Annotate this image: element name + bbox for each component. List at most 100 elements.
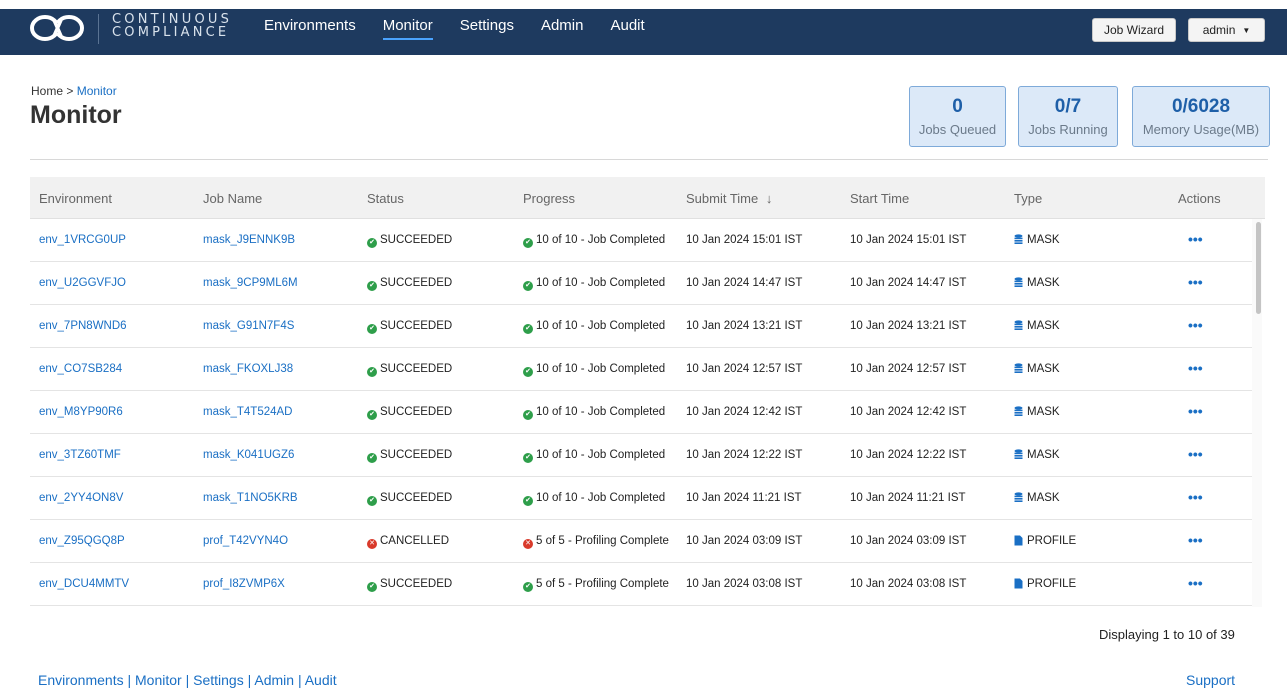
submit-time-cell: 10 Jan 2024 14:47 IST xyxy=(686,277,803,289)
table-row[interactable]: env_7PN8WND6 mask_G91N7F4S ✔ SUCCEEDED ✔ 10 o… xyxy=(30,305,1252,348)
progress-cell: ✔ 10 of 10 - Job Completed xyxy=(523,449,674,463)
status-cell: ✔ SUCCEEDED xyxy=(367,277,452,291)
type-text: MASK xyxy=(1027,363,1060,375)
nav-environments[interactable]: Environments xyxy=(264,17,356,34)
progress-text: 10 of 10 - Job Completed xyxy=(536,234,666,246)
status-cell: ✔ SUCCEEDED xyxy=(367,578,452,592)
breadcrumb-current[interactable]: Monitor xyxy=(77,84,117,98)
footer-link-settings[interactable]: Settings xyxy=(193,672,244,688)
job-name-link[interactable]: prof_T42VYN4O xyxy=(203,535,288,547)
column-header-status[interactable]: Status xyxy=(367,191,404,206)
progress-cell: ✔ 10 of 10 - Job Completed xyxy=(523,277,674,291)
environment-link[interactable]: env_3TZ60TMF xyxy=(39,449,121,461)
table-header: Environment Job Name Status Progress Sub… xyxy=(30,177,1265,219)
success-icon: ✔ xyxy=(367,238,377,248)
status-cell: ✔ SUCCEEDED xyxy=(367,363,452,377)
more-actions-icon[interactable]: ••• xyxy=(1188,403,1203,419)
table-row[interactable]: env_Z95QGQ8P prof_T42VYN4O ✕ CANCELLED ✕ 5 of… xyxy=(30,520,1252,563)
environment-link[interactable]: env_DCU4MMTV xyxy=(39,578,129,590)
breadcrumb-home[interactable]: Home xyxy=(31,84,63,98)
job-name-link[interactable]: mask_T4T524AD xyxy=(203,406,292,418)
footer-link-admin[interactable]: Admin xyxy=(254,672,294,688)
job-name-link[interactable]: mask_9CP9ML6M xyxy=(203,277,298,289)
footer-link-environments[interactable]: Environments xyxy=(38,672,124,688)
stat-label: Jobs Running xyxy=(1028,122,1108,137)
job-name-link[interactable]: mask_FKOXLJ38 xyxy=(203,363,293,375)
brand-logo-icon[interactable] xyxy=(30,14,86,42)
footer-link-audit[interactable]: Audit xyxy=(305,672,337,688)
footer-separator: | xyxy=(294,672,305,688)
column-header-submit-time[interactable]: Submit Time ↓ xyxy=(686,191,772,206)
type-text: PROFILE xyxy=(1027,578,1077,590)
environment-link[interactable]: env_Z95QGQ8P xyxy=(39,535,125,547)
type-text: MASK xyxy=(1027,277,1060,289)
more-actions-icon[interactable]: ••• xyxy=(1188,532,1203,548)
nav-monitor[interactable]: Monitor xyxy=(382,17,433,40)
environment-link[interactable]: env_U2GGVFJO xyxy=(39,277,126,289)
more-actions-icon[interactable]: ••• xyxy=(1188,446,1203,462)
progress-text: 10 of 10 - Job Completed xyxy=(536,492,666,504)
type-cell: MASK xyxy=(1014,492,1060,504)
job-name-link[interactable]: mask_J9ENNK9B xyxy=(203,234,295,246)
success-icon: ✔ xyxy=(367,367,377,377)
sort-descending-icon: ↓ xyxy=(765,191,773,206)
type-cell: MASK xyxy=(1014,406,1060,418)
environment-link[interactable]: env_2YY4ON8V xyxy=(39,492,123,504)
status-text: SUCCEEDED xyxy=(380,320,453,332)
top-navbar: CONTINUOUS COMPLIANCE Environments Monit… xyxy=(0,0,1287,55)
environment-link[interactable]: env_CO7SB284 xyxy=(39,363,122,375)
support-link[interactable]: Support xyxy=(1186,672,1235,688)
table-row[interactable]: env_CO7SB284 mask_FKOXLJ38 ✔ SUCCEEDED ✔ 10 o… xyxy=(30,348,1252,391)
user-menu-button[interactable]: admin ▼ xyxy=(1188,18,1265,42)
environment-link[interactable]: env_M8YP90R6 xyxy=(39,406,123,418)
start-time-cell: 10 Jan 2024 12:42 IST xyxy=(850,406,967,418)
progress-cell: ✔ 10 of 10 - Job Completed xyxy=(523,406,674,420)
column-header-job-name[interactable]: Job Name xyxy=(203,191,262,206)
table-row[interactable]: env_M8YP90R6 mask_T4T524AD ✔ SUCCEEDED ✔ 10 o… xyxy=(30,391,1252,434)
database-icon xyxy=(1014,363,1023,373)
type-text: MASK xyxy=(1027,406,1060,418)
more-actions-icon[interactable]: ••• xyxy=(1188,489,1203,505)
footer-nav: Environments | Monitor | Settings | Admi… xyxy=(38,672,337,688)
status-text: SUCCEEDED xyxy=(380,406,453,418)
table-row[interactable]: env_U2GGVFJO mask_9CP9ML6M ✔ SUCCEEDED ✔ 10 o… xyxy=(30,262,1252,305)
type-text: PROFILE xyxy=(1027,535,1077,547)
column-header-environment[interactable]: Environment xyxy=(39,191,112,206)
job-name-link[interactable]: prof_I8ZVMP6X xyxy=(203,578,285,590)
job-name-link[interactable]: mask_G91N7F4S xyxy=(203,320,294,332)
nav-settings[interactable]: Settings xyxy=(460,17,514,34)
more-actions-icon[interactable]: ••• xyxy=(1188,317,1203,333)
job-name-link[interactable]: mask_K041UGZ6 xyxy=(203,449,294,461)
type-text: MASK xyxy=(1027,449,1060,461)
table-row[interactable]: env_1VRCG0UP mask_J9ENNK9B ✔ SUCCEEDED ✔ 10 o… xyxy=(30,219,1252,262)
more-actions-icon[interactable]: ••• xyxy=(1188,231,1203,247)
job-name-link[interactable]: mask_T1NO5KRB xyxy=(203,492,298,504)
type-cell: PROFILE xyxy=(1014,578,1076,590)
table-row[interactable]: env_DCU4MMTV prof_I8ZVMP6X ✔ SUCCEEDED ✔ 5 of… xyxy=(30,563,1252,606)
table-row[interactable]: env_2YY4ON8V mask_T1NO5KRB ✔ SUCCEEDED ✔ 10 o… xyxy=(30,477,1252,520)
nav-admin[interactable]: Admin xyxy=(541,17,584,34)
status-cell: ✔ SUCCEEDED xyxy=(367,492,452,506)
start-time-cell: 10 Jan 2024 03:08 IST xyxy=(850,578,967,590)
database-icon xyxy=(1014,406,1023,416)
table-row[interactable]: env_3TZ60TMF mask_K041UGZ6 ✔ SUCCEEDED ✔ 10 o… xyxy=(30,434,1252,477)
submit-time-cell: 10 Jan 2024 11:21 IST xyxy=(686,492,802,504)
environment-link[interactable]: env_7PN8WND6 xyxy=(39,320,127,332)
column-header-progress[interactable]: Progress xyxy=(523,191,575,206)
more-actions-icon[interactable]: ••• xyxy=(1188,274,1203,290)
document-icon xyxy=(1014,535,1023,546)
submit-time-cell: 10 Jan 2024 03:09 IST xyxy=(686,535,803,547)
type-cell: MASK xyxy=(1014,363,1060,375)
table-scrollbar-thumb[interactable] xyxy=(1256,222,1261,314)
start-time-cell: 10 Jan 2024 03:09 IST xyxy=(850,535,967,547)
job-wizard-button[interactable]: Job Wizard xyxy=(1092,18,1176,42)
nav-audit[interactable]: Audit xyxy=(610,17,644,34)
more-actions-icon[interactable]: ••• xyxy=(1188,360,1203,376)
column-header-start-time[interactable]: Start Time xyxy=(850,191,909,206)
footer-link-monitor[interactable]: Monitor xyxy=(135,672,182,688)
progress-text: 10 of 10 - Job Completed xyxy=(536,277,666,289)
environment-link[interactable]: env_1VRCG0UP xyxy=(39,234,126,246)
status-text: SUCCEEDED xyxy=(380,492,453,504)
column-header-type[interactable]: Type xyxy=(1014,191,1042,206)
more-actions-icon[interactable]: ••• xyxy=(1188,575,1203,591)
